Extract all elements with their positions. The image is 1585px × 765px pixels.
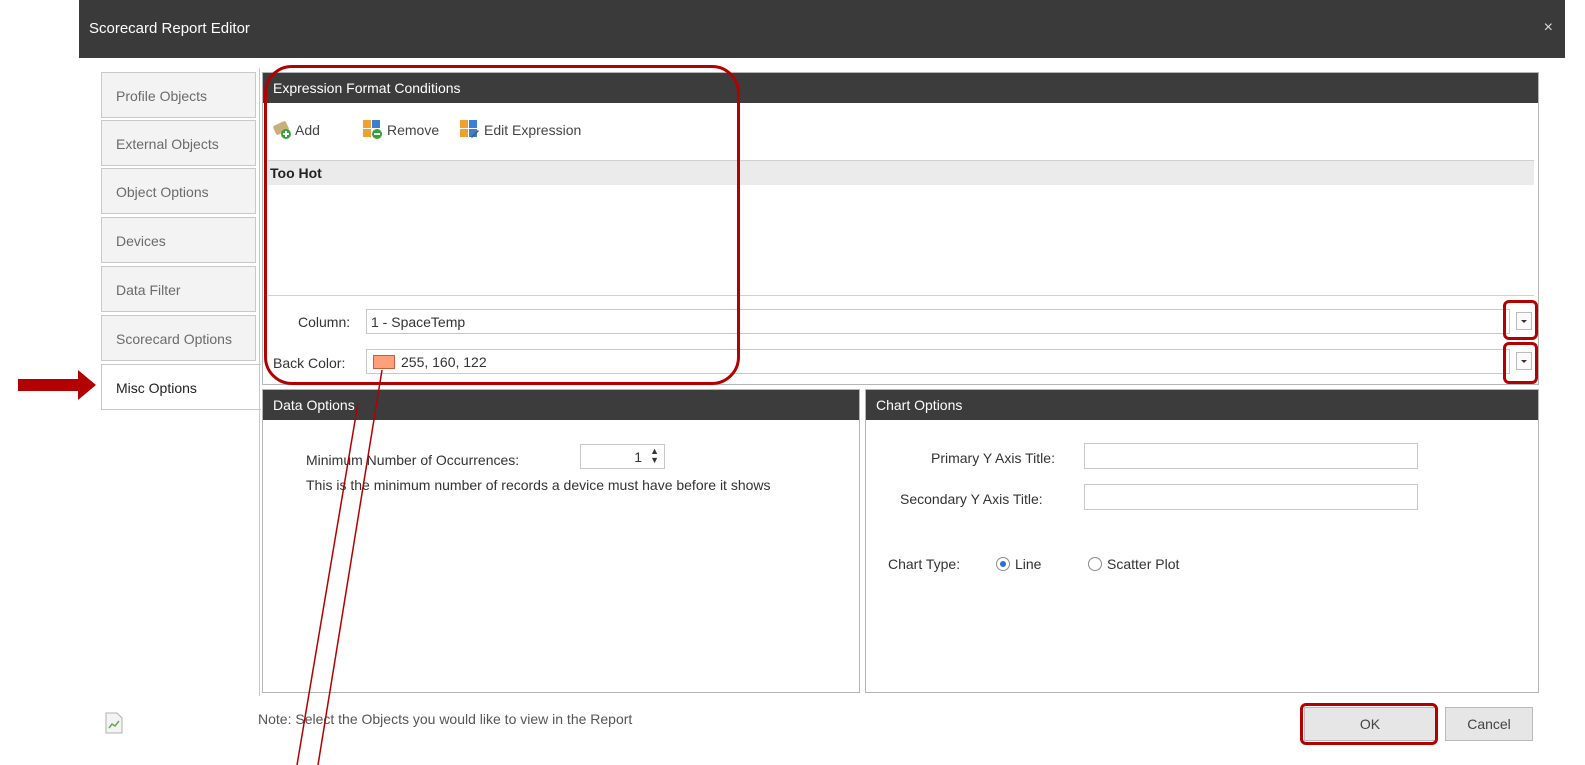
annotation-overlay [18,369,383,765]
annotation-line-2 [317,369,383,765]
annotation-arrow [18,370,96,400]
